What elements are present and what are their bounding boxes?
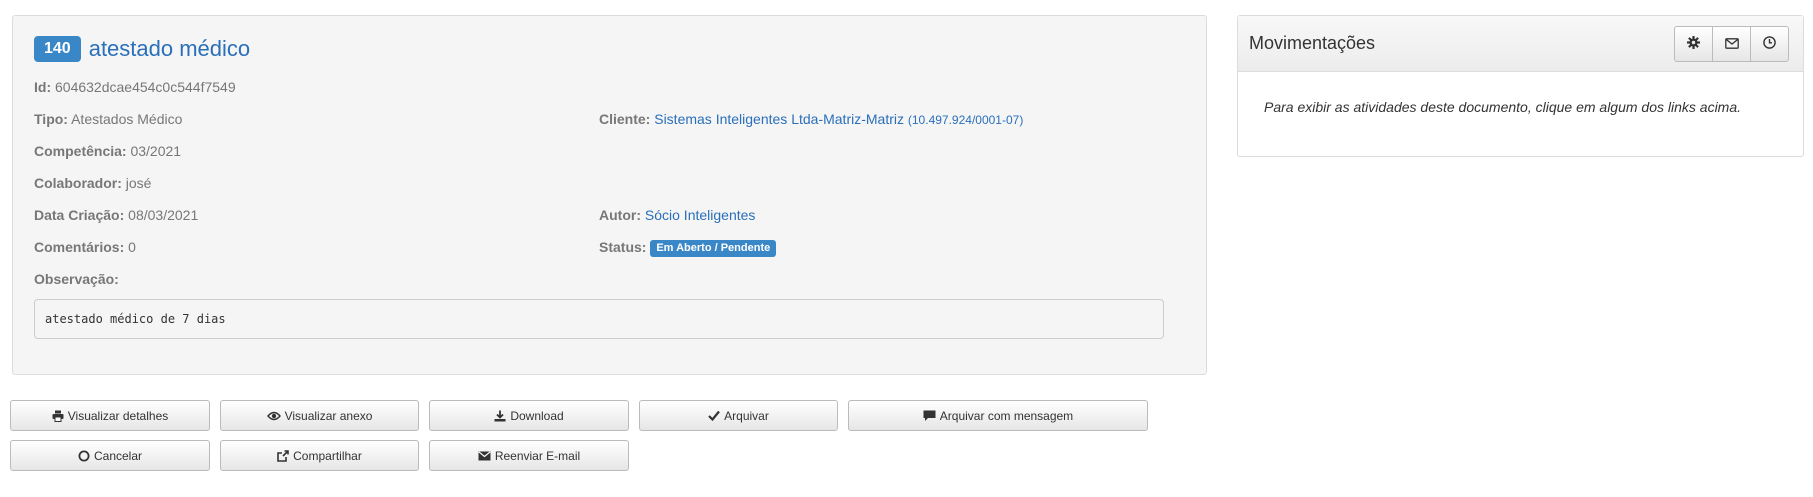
cliente-field: Cliente: Sistemas Inteligentes Ltda-Matr… — [599, 111, 1023, 127]
download-label: Download — [510, 408, 564, 423]
check-icon — [708, 410, 721, 421]
reenviar-email-label: Reenviar E-mail — [494, 448, 581, 463]
comentarios-label: Comentários: — [34, 239, 125, 255]
movimentacoes-button-group — [1674, 26, 1789, 62]
colaborador-value: josé — [125, 175, 152, 191]
eye-icon — [266, 411, 281, 421]
cliente-label: Cliente: — [599, 111, 651, 127]
comment-icon — [923, 410, 936, 422]
id-field: Id: 604632dcae454c0c544f7549 — [34, 79, 236, 95]
competencia-value: 03/2021 — [130, 143, 182, 159]
history-button[interactable] — [1750, 26, 1789, 62]
gear-icon — [1687, 36, 1700, 52]
arquivar-label: Arquivar — [724, 408, 769, 423]
observacao-text: atestado médico de 7 dias — [34, 299, 1164, 339]
print-icon — [52, 410, 64, 422]
download-icon — [494, 410, 506, 422]
id-value: 604632dcae454c0c544f7549 — [55, 79, 236, 95]
movimentacoes-hint: Para exibir as atividades deste document… — [1264, 99, 1742, 115]
movimentacoes-panel: Movimentações Para exibir as atividades … — [1237, 15, 1804, 157]
document-panel: 140 atestado médico Id: 604632dcae454c0c… — [12, 15, 1207, 375]
visualizar-detalhes-button[interactable]: Visualizar detalhes — [10, 400, 210, 431]
autor-field: Autor: Sócio Inteligentes — [599, 207, 755, 223]
tipo-field: Tipo: Atestados Médico — [34, 111, 182, 127]
data-criacao-label: Data Criação: — [34, 207, 125, 223]
document-title-text: atestado médico — [88, 36, 251, 61]
arquivar-button[interactable]: Arquivar — [639, 400, 838, 431]
settings-button[interactable] — [1674, 26, 1713, 62]
cancelar-button[interactable]: Cancelar — [10, 440, 210, 471]
envelope-icon — [478, 450, 491, 461]
observacao-label: Observação: — [34, 271, 119, 287]
arquivar-com-mensagem-label: Arquivar com mensagem — [939, 408, 1074, 423]
compartilhar-label: Compartilhar — [293, 448, 362, 463]
envelope-icon — [1724, 36, 1739, 52]
tipo-value: Atestados Médico — [71, 111, 183, 127]
document-number-badge: 140 — [34, 36, 81, 62]
status-badge: Em Aberto / Pendente — [650, 240, 777, 257]
visualizar-anexo-button[interactable]: Visualizar anexo — [220, 400, 419, 431]
cliente-cnpj[interactable]: (10.497.924/0001-07) — [908, 113, 1023, 127]
autor-label: Autor: — [599, 207, 641, 223]
data-criacao-value: 08/03/2021 — [128, 207, 199, 223]
movimentacoes-header: Movimentações — [1238, 16, 1803, 72]
download-button[interactable]: Download — [429, 400, 629, 431]
colaborador-field: Colaborador: josé — [34, 175, 151, 191]
observacao-field: Observação: — [34, 271, 119, 287]
reenviar-email-button[interactable]: Reenviar E-mail — [429, 440, 629, 471]
data-criacao-field: Data Criação: 08/03/2021 — [34, 207, 198, 223]
cliente-link[interactable]: Sistemas Inteligentes Ltda-Matriz-Matriz — [654, 111, 904, 127]
id-label: Id: — [34, 79, 52, 95]
competencia-field: Competência: 03/2021 — [34, 143, 181, 159]
movimentacoes-title: Movimentações — [1249, 33, 1376, 53]
competencia-label: Competência: — [34, 143, 127, 159]
comentarios-field: Comentários: 0 — [34, 239, 136, 255]
compartilhar-button[interactable]: Compartilhar — [220, 440, 419, 471]
arquivar-com-mensagem-button[interactable]: Arquivar com mensagem — [848, 400, 1148, 431]
autor-link[interactable]: Sócio Inteligentes — [645, 207, 756, 223]
clock-icon — [1763, 36, 1776, 52]
status-label: Status: — [599, 239, 647, 255]
colaborador-label: Colaborador: — [34, 175, 122, 191]
circle-icon — [78, 450, 90, 462]
cancelar-label: Cancelar — [93, 448, 143, 463]
document-title: 140 atestado médico — [34, 35, 250, 63]
visualizar-detalhes-label: Visualizar detalhes — [67, 408, 169, 423]
email-button[interactable] — [1712, 26, 1751, 62]
share-icon — [277, 449, 289, 462]
comentarios-value: 0 — [128, 239, 136, 255]
tipo-label: Tipo: — [34, 111, 68, 127]
visualizar-anexo-label: Visualizar anexo — [284, 408, 373, 423]
status-field: Status: Em Aberto / Pendente — [599, 239, 777, 257]
